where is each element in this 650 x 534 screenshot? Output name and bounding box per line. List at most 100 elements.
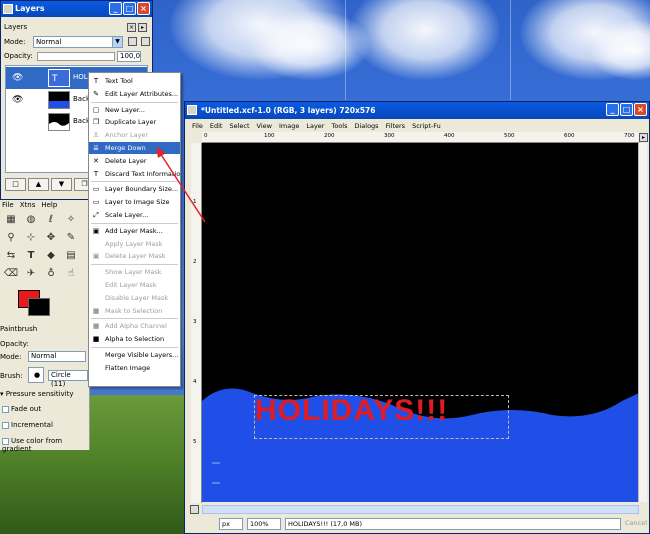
minimize-button[interactable]: _ [109,2,122,15]
layer-thumbnail [48,91,70,109]
pencil-icon[interactable]: ✎ [62,230,80,246]
menu-item-delete-layer-mask[interactable]: ▣ Delete Layer Mask [89,250,180,262]
background-color-swatch[interactable] [28,298,50,316]
menu-item-icon: ▣ [92,252,100,261]
opacity-value-field[interactable]: 100,0 [117,51,141,62]
ruler-tick: 0 [204,133,208,139]
tab-menu-icon[interactable]: ▸ [138,23,147,32]
close-button[interactable]: × [634,103,647,116]
menu-item-edit-layer-attributes[interactable]: ✎ Edit Layer Attributes... [89,88,180,100]
raise-layer-button[interactable]: ▲ [28,178,49,191]
menu-item-merge-visible-layers[interactable]: Merge Visible Layers... [89,349,180,361]
smudge-icon[interactable]: ☝ [62,266,80,282]
menu-item-icon: ✎ [93,89,99,98]
menu-filters[interactable]: Filters [386,120,405,132]
cancel-button[interactable]: Cancel [625,519,647,527]
menu-item-icon: ✕ [93,156,99,165]
eye-icon[interactable]: 👁 [12,95,23,105]
rect-select-icon[interactable]: ▦ [2,212,20,228]
quick-mask-icon[interactable] [190,505,199,514]
menu-item-label: Merge Visible Layers... [105,351,179,359]
brush-label: Brush: [0,372,23,380]
menu-item-icon: ❐ [92,118,100,127]
menu-image[interactable]: Image [279,120,299,132]
menu-help[interactable]: Help [41,201,57,209]
vertical-scrollbar[interactable] [638,143,647,502]
fuzzy-select-icon[interactable]: ✧ [62,212,80,228]
brush-name-field[interactable]: Circle (11) [48,370,88,388]
lower-layer-button[interactable]: ▼ [51,178,72,191]
menu-separator [91,318,178,320]
maximize-button[interactable]: □ [620,103,633,116]
menu-edit[interactable]: Edit [210,120,223,132]
image-window-titlebar[interactable]: *Untitled.xcf-1.0 (RGB, 3 layers) 720x57… [185,102,649,119]
tab-close-icon[interactable]: × [127,23,136,32]
move-icon[interactable]: ✥ [42,230,60,246]
new-layer-button[interactable]: □ [5,178,26,191]
keep-transparency-checkbox[interactable] [128,37,137,46]
eraser-icon[interactable]: ⌫ [2,266,20,282]
menu-dialogs[interactable]: Dialogs [354,120,378,132]
menu-item-text-tool[interactable]: T Text Tool [89,75,180,87]
menu-file[interactable]: File [192,120,203,132]
zoom-icon[interactable]: ⚲ [2,230,20,246]
eye-icon[interactable]: 👁 [12,73,23,83]
layers-dock-titlebar[interactable]: Layers _ □ × [1,1,152,17]
menu-item-mask-to-selection[interactable]: ■ Mask to Selection [89,305,180,317]
navigation-icon[interactable]: ▸ [639,133,648,142]
crop-icon[interactable]: ⊹ [22,230,40,246]
menu-script-fu[interactable]: Script-Fu [412,120,441,132]
unit-select[interactable]: px [219,518,243,530]
menu-item-show-layer-mask[interactable]: Show Layer Mask [89,266,180,278]
menu-item-disable-layer-mask[interactable]: Disable Layer Mask [89,292,180,304]
menu-xtns[interactable]: Xtns [20,201,36,209]
flip-icon[interactable]: ⇆ [2,248,20,264]
incremental-checkbox[interactable]: Incremental [2,421,53,429]
horizontal-ruler: 0 100 200 300 400 500 600 700 [202,132,639,143]
annotation-arrow [156,147,206,223]
image-menubar: File Edit Select View Image Layer Tools … [185,120,649,132]
menu-tools[interactable]: Tools [331,120,347,132]
layer-mode-select[interactable]: Normal ▼ [33,36,123,48]
menu-layer[interactable]: Layer [306,120,324,132]
menu-item-icon [92,281,100,289]
menu-item-duplicate-layer[interactable]: ❐ Duplicate Layer [89,116,180,128]
menu-item-icon: ⤢ [93,211,99,219]
opacity-label: Opacity: [4,52,33,60]
menu-select[interactable]: Select [229,120,249,132]
menu-item-add-layer-mask[interactable]: ▣ Add Layer Mask... [89,225,180,237]
image-window-title: *Untitled.xcf-1.0 (RGB, 3 layers) 720x57… [201,106,376,115]
menu-item-edit-layer-mask[interactable]: Edit Layer Mask [89,279,180,291]
status-message: HOLIDAYS!!! (17,0 MB) [285,518,621,530]
lock-alpha-icon[interactable] [141,37,150,46]
blend-icon[interactable]: ▤ [62,248,80,264]
menu-item-apply-layer-mask[interactable]: Apply Layer Mask [89,238,180,250]
menu-item-new-layer[interactable]: ▢ New Layer... [89,104,180,116]
image-canvas[interactable]: HOLIDAYS!!! [202,143,639,502]
menu-file[interactable]: File [2,201,14,209]
menu-view[interactable]: View [257,120,272,132]
gradient-checkbox[interactable]: Use color from gradient [2,437,89,453]
text-tool-icon[interactable]: T [22,248,40,264]
eye-icon[interactable]: 👁 [12,117,23,127]
tool-mode-select[interactable]: Normal [28,351,86,362]
minimize-button[interactable]: _ [606,103,619,116]
menu-item-alpha-to-selection[interactable]: ■ Alpha to Selection [89,333,180,345]
fade-out-checkbox[interactable]: Fade out [2,405,41,413]
menu-item-icon [92,294,100,302]
horizontal-scrollbar[interactable] [202,505,639,514]
layers-tab-label: Layers [4,23,28,31]
bucket-fill-icon[interactable]: ◆ [42,248,60,264]
zoom-select[interactable]: 100% [247,518,281,530]
maximize-button[interactable]: □ [123,2,136,15]
ellipse-select-icon[interactable]: ◍ [22,212,40,228]
close-button[interactable]: × [137,2,150,15]
menu-item-flatten-image[interactable]: Flatten Image [89,362,180,374]
opacity-slider[interactable] [37,52,115,61]
menu-item-add-alpha-channel[interactable]: ■ Add Alpha Channel [89,320,180,332]
lasso-icon[interactable]: ℓ [42,212,60,228]
pressure-sensitivity-toggle[interactable]: ▾ Pressure sensitivity [0,390,74,398]
airbrush-icon[interactable]: ✈ [22,266,40,282]
brush-preview[interactable]: ● [28,367,44,383]
clone-icon[interactable]: ♁ [42,266,60,282]
